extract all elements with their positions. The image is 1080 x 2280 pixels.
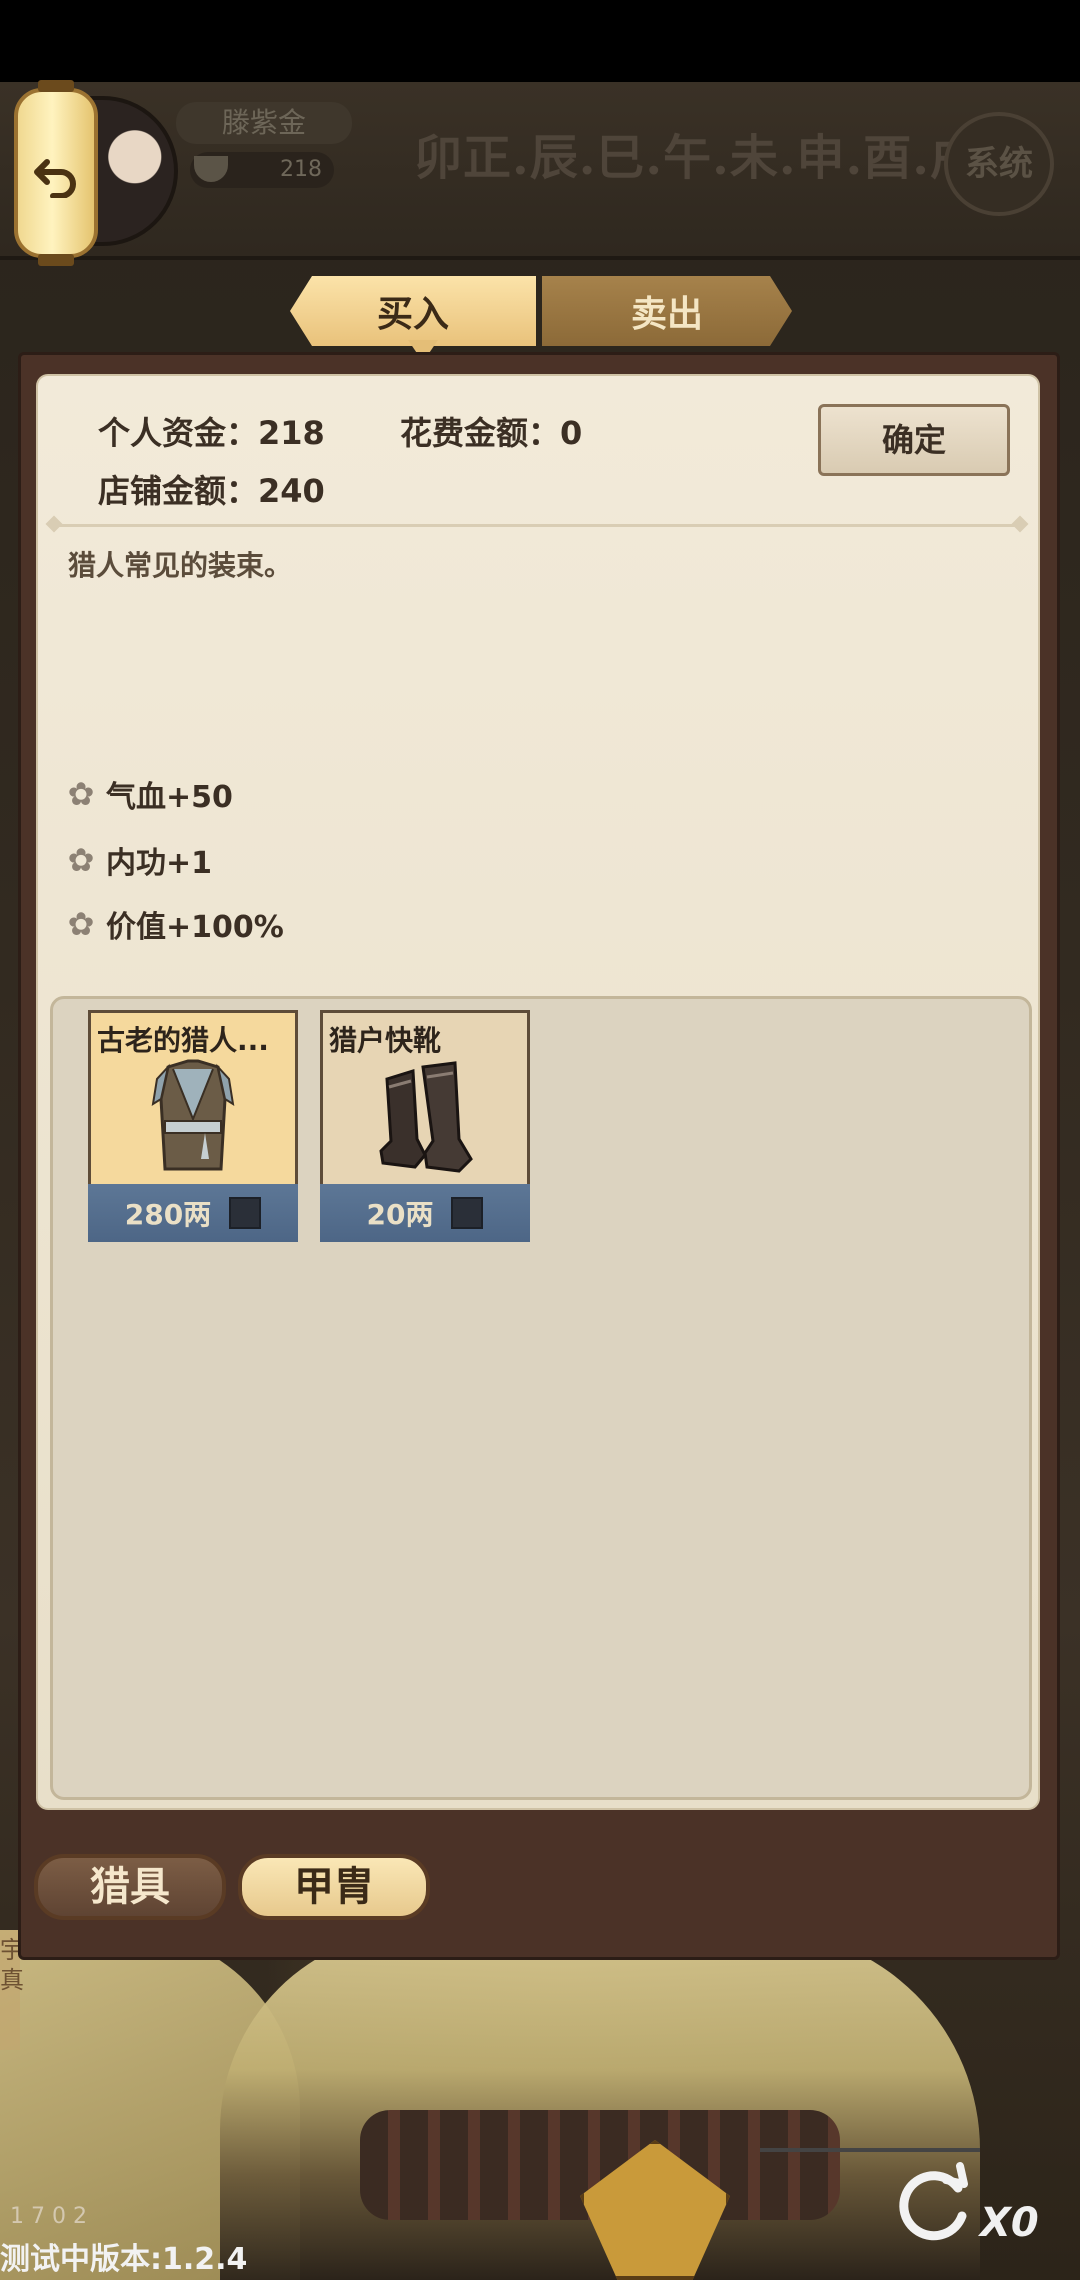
attribute-row: ✿ 内功+1 <box>64 840 213 881</box>
attribute-text: 气血+50 <box>106 780 233 815</box>
player-name: 滕紫金 <box>176 102 352 144</box>
item-card[interactable]: 猎户快靴 20两 <box>320 1010 530 1242</box>
item-checkbox[interactable] <box>229 1197 262 1229</box>
system-button[interactable]: 系统 <box>944 112 1054 216</box>
refresh-icon[interactable] <box>888 2158 978 2248</box>
tab-buy[interactable]: 买入 <box>290 276 536 346</box>
flower-icon: ✿ <box>67 905 95 943</box>
boots-icon <box>379 1061 473 1173</box>
divider <box>54 524 1020 527</box>
mini-stats: 1 7 0 2 <box>10 2204 87 2229</box>
hud-divider <box>760 2148 980 2152</box>
undo-arrow-icon <box>34 159 76 198</box>
category-hunting-gear-button[interactable]: 猎具 <box>34 1854 226 1920</box>
tab-sell[interactable]: 卖出 <box>542 276 792 346</box>
item-name: 猎户快靴 <box>329 1024 442 1057</box>
item-description: 猎人常见的装束。 <box>68 549 293 582</box>
item-price-bar: 20两 <box>320 1184 530 1242</box>
item-name: 古老的猎人... <box>97 1024 269 1057</box>
time-period-text: 卯正.辰.巳.午.未.申.酉.戌 <box>414 130 979 186</box>
attribute-text: 价值+100% <box>106 910 284 945</box>
spend-amount: 花费金额：0 <box>400 414 583 452</box>
refresh-count: X0 <box>980 2200 1039 2246</box>
category-armor-button[interactable]: 甲胄 <box>238 1854 430 1920</box>
flower-icon: ✿ <box>67 775 95 813</box>
item-price: 20两 <box>366 1198 434 1231</box>
item-card[interactable]: 古老的猎人... 280两 <box>88 1010 298 1242</box>
personal-funds: 个人资金：218 <box>98 414 325 452</box>
item-price-bar: 280两 <box>88 1184 298 1242</box>
item-price: 280两 <box>124 1198 212 1231</box>
attribute-text: 内功+1 <box>106 846 213 881</box>
confirm-button[interactable]: 确定 <box>818 404 1010 476</box>
shop-funds: 店铺金额：240 <box>98 472 325 510</box>
back-button[interactable] <box>14 80 98 266</box>
flower-icon: ✿ <box>67 841 95 879</box>
item-checkbox[interactable] <box>451 1197 484 1229</box>
vest-icon <box>151 1059 235 1171</box>
attribute-row: ✿ 气血+50 <box>64 774 233 815</box>
attribute-row: ✿ 价值+100% <box>64 904 284 945</box>
version-label: 测试中版本:1.2.4 <box>0 2242 248 2277</box>
status-bar <box>0 0 1080 82</box>
